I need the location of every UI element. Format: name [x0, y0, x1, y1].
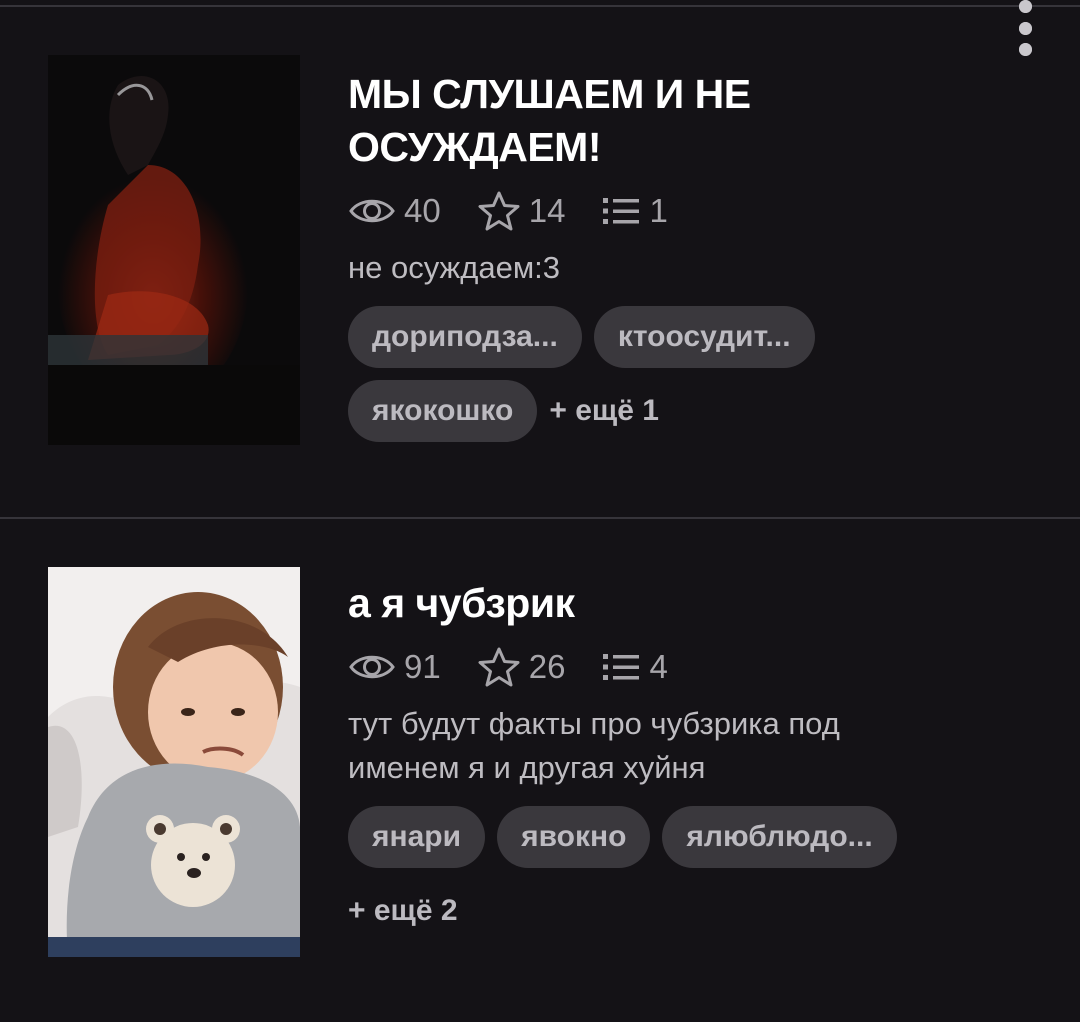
parts-stat: 1: [601, 192, 668, 230]
menu-dot: [1018, 0, 1032, 13]
story-description: не осуждаем:3: [348, 250, 561, 285]
story-card[interactable]: а я чубзрик 91 26 4 тут будут факты про …: [0, 519, 1080, 1022]
story-info: а я чубзрик 91 26 4 тут будут факты про …: [348, 577, 988, 954]
story-info: МЫ СЛУШАЕМ И НЕ ОСУЖДАЕМ! 40 14 1 не осу…: [348, 68, 988, 454]
more-tags-link[interactable]: + ещё 1: [549, 380, 659, 442]
story-description: тут будут факты про чубзрика под именем …: [348, 706, 840, 785]
story-tags: янари явокно ялюблюдо... + ещё 2: [348, 806, 968, 954]
story-title[interactable]: а я чубзрик: [348, 577, 988, 630]
story-card[interactable]: МЫ СЛУШАЕМ И НЕ ОСУЖДАЕМ! 40 14 1 не осу…: [0, 0, 1080, 517]
menu-dot: [1018, 43, 1032, 56]
child-photo-cover-image: [48, 567, 300, 957]
tag-chip[interactable]: ктоосудит...: [593, 306, 815, 368]
parts-stat: 4: [601, 648, 668, 686]
views-stat: 40: [348, 192, 441, 230]
views-count: 91: [404, 648, 441, 685]
tag-chip[interactable]: ялюблюдо...: [662, 806, 897, 868]
more-vertical-icon[interactable]: [1010, 0, 1040, 56]
story-cover[interactable]: [48, 55, 300, 445]
views-count: 40: [404, 192, 441, 229]
tag-chip[interactable]: якокошко: [348, 380, 538, 442]
stars-stat: 14: [477, 190, 566, 232]
views-stat: 91: [348, 648, 441, 686]
list-icon: [601, 650, 641, 684]
dark-figure-cover-image: [48, 55, 300, 445]
stars-count: 14: [528, 192, 566, 229]
story-stats: 40 14 1: [348, 190, 988, 232]
list-icon: [601, 194, 641, 228]
star-icon: [477, 646, 521, 688]
tag-chip[interactable]: явокно: [497, 806, 651, 868]
more-tags-link[interactable]: + ещё 2: [348, 880, 458, 942]
stars-stat: 26: [477, 646, 566, 688]
menu-dot: [1018, 21, 1032, 35]
parts-count: 4: [649, 648, 668, 685]
story-list-page: МЫ СЛУШАЕМ И НЕ ОСУЖДАЕМ! 40 14 1 не осу…: [0, 0, 1080, 1022]
parts-count: 1: [649, 192, 668, 229]
tag-chip[interactable]: дориподза...: [348, 306, 582, 368]
tag-chip[interactable]: янари: [348, 806, 486, 868]
eye-icon: [348, 650, 396, 684]
eye-icon: [348, 194, 396, 228]
story-title[interactable]: МЫ СЛУШАЕМ И НЕ ОСУЖДАЕМ!: [348, 68, 988, 174]
stars-count: 26: [528, 648, 566, 685]
story-cover[interactable]: [48, 567, 300, 957]
star-icon: [477, 190, 521, 232]
story-stats: 91 26 4: [348, 646, 988, 688]
story-tags: дориподза... ктоосудит... якокошко + ещё…: [348, 306, 968, 454]
